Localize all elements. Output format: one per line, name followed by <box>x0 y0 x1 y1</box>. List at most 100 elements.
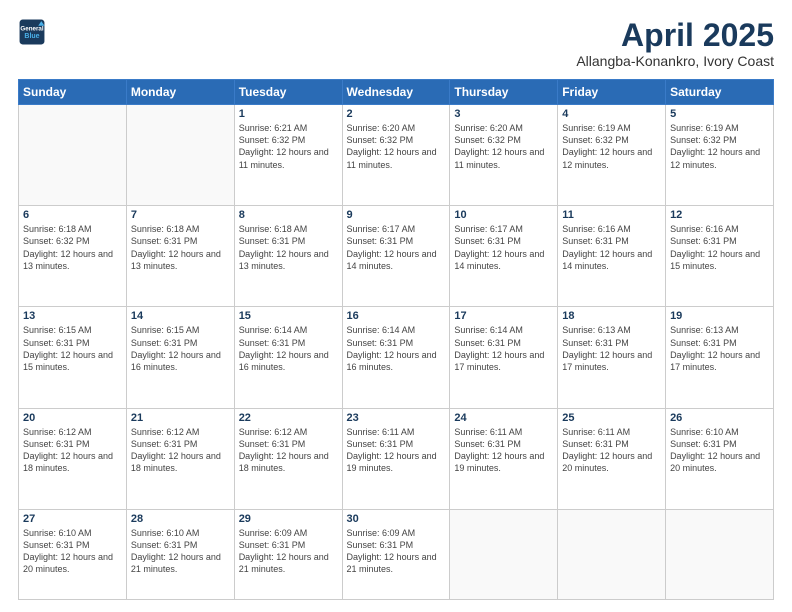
calendar-cell: 11 Sunrise: 6:16 AM Sunset: 6:31 PM Dayli… <box>558 206 666 307</box>
page: General Blue April 2025 Allangba-Konankr… <box>0 0 792 612</box>
calendar-cell: 13 Sunrise: 6:15 AM Sunset: 6:31 PM Dayli… <box>19 307 127 408</box>
calendar-cell: 2 Sunrise: 6:20 AM Sunset: 6:32 PM Daylig… <box>342 105 450 206</box>
day-number: 9 <box>347 209 446 221</box>
calendar-cell: 6 Sunrise: 6:18 AM Sunset: 6:32 PM Daylig… <box>19 206 127 307</box>
day-info: Sunrise: 6:14 AM Sunset: 6:31 PM Dayligh… <box>454 324 553 373</box>
day-info: Sunrise: 6:12 AM Sunset: 6:31 PM Dayligh… <box>131 426 230 475</box>
calendar-cell: 3Sunrise: 6:20 AM Sunset: 6:32 PM Daylig… <box>450 105 558 206</box>
header: General Blue April 2025 Allangba-Konankr… <box>18 18 774 69</box>
calendar-cell: 26Sunrise: 6:10 AM Sunset: 6:31 PM Dayli… <box>666 408 774 509</box>
header-saturday: Saturday <box>666 80 774 105</box>
logo-icon: General Blue <box>18 18 46 46</box>
week-row-1: 1 Sunrise: 6:21 AM Sunset: 6:32 PM Daylig… <box>19 105 774 206</box>
day-number: 26 <box>670 412 769 424</box>
day-number: 2 <box>347 108 446 120</box>
day-info: Sunrise: 6:12 AM Sunset: 6:31 PM Dayligh… <box>23 426 122 475</box>
title-location: Allangba-Konankro, Ivory Coast <box>576 53 774 69</box>
header-sunday: Sunday <box>19 80 127 105</box>
calendar-cell: 19Sunrise: 6:13 AM Sunset: 6:31 PM Dayli… <box>666 307 774 408</box>
calendar-cell: 5 Sunrise: 6:19 AM Sunset: 6:32 PM Daylig… <box>666 105 774 206</box>
calendar-cell: 24 Sunrise: 6:11 AM Sunset: 6:31 PM Dayli… <box>450 408 558 509</box>
day-info: Sunrise: 6:19 AM Sunset: 6:32 PM Dayligh… <box>562 122 661 171</box>
day-info: Sunrise: 6:16 AM Sunset: 6:31 PM Dayligh… <box>562 223 661 272</box>
header-wednesday: Wednesday <box>342 80 450 105</box>
header-thursday: Thursday <box>450 80 558 105</box>
day-number: 18 <box>562 310 661 322</box>
calendar-table: Sunday Monday Tuesday Wednesday Thursday… <box>18 79 774 600</box>
svg-text:Blue: Blue <box>24 33 39 40</box>
calendar-cell: 22 Sunrise: 6:12 AM Sunset: 6:31 PM Dayli… <box>234 408 342 509</box>
calendar-cell: 20 Sunrise: 6:12 AM Sunset: 6:31 PM Dayli… <box>19 408 127 509</box>
calendar-cell <box>666 509 774 599</box>
day-number: 4 <box>562 108 661 120</box>
day-number: 16 <box>347 310 446 322</box>
day-number: 22 <box>239 412 338 424</box>
day-info: Sunrise: 6:10 AM Sunset: 6:31 PM Dayligh… <box>131 527 230 576</box>
day-info: Sunrise: 6:17 AM Sunset: 6:31 PM Dayligh… <box>454 223 553 272</box>
day-info: Sunrise: 6:20 AM Sunset: 6:32 PM Dayligh… <box>347 122 446 171</box>
day-info: Sunrise: 6:13 AM Sunset: 6:31 PM Dayligh… <box>562 324 661 373</box>
calendar-cell: 4 Sunrise: 6:19 AM Sunset: 6:32 PM Daylig… <box>558 105 666 206</box>
day-info: Sunrise: 6:15 AM Sunset: 6:31 PM Dayligh… <box>23 324 122 373</box>
day-number: 11 <box>562 209 661 221</box>
day-info: Sunrise: 6:18 AM Sunset: 6:32 PM Dayligh… <box>23 223 122 272</box>
day-number: 25 <box>562 412 661 424</box>
day-number: 20 <box>23 412 122 424</box>
calendar-cell: 29Sunrise: 6:09 AM Sunset: 6:31 PM Dayli… <box>234 509 342 599</box>
calendar-cell: 18 Sunrise: 6:13 AM Sunset: 6:31 PM Dayli… <box>558 307 666 408</box>
week-row-2: 6 Sunrise: 6:18 AM Sunset: 6:32 PM Daylig… <box>19 206 774 307</box>
day-number: 24 <box>454 412 553 424</box>
day-number: 10 <box>454 209 553 221</box>
week-row-3: 13 Sunrise: 6:15 AM Sunset: 6:31 PM Dayli… <box>19 307 774 408</box>
day-info: Sunrise: 6:11 AM Sunset: 6:31 PM Dayligh… <box>562 426 661 475</box>
day-number: 23 <box>347 412 446 424</box>
calendar-cell <box>450 509 558 599</box>
day-info: Sunrise: 6:20 AM Sunset: 6:32 PM Dayligh… <box>454 122 553 171</box>
day-number: 5 <box>670 108 769 120</box>
calendar-cell: 30 Sunrise: 6:09 AM Sunset: 6:31 PM Dayli… <box>342 509 450 599</box>
calendar-cell: 8Sunrise: 6:18 AM Sunset: 6:31 PM Daylig… <box>234 206 342 307</box>
day-info: Sunrise: 6:16 AM Sunset: 6:31 PM Dayligh… <box>670 223 769 272</box>
calendar-cell: 16Sunrise: 6:14 AM Sunset: 6:31 PM Dayli… <box>342 307 450 408</box>
day-number: 21 <box>131 412 230 424</box>
day-number: 17 <box>454 310 553 322</box>
day-info: Sunrise: 6:09 AM Sunset: 6:31 PM Dayligh… <box>347 527 446 576</box>
header-monday: Monday <box>126 80 234 105</box>
day-info: Sunrise: 6:13 AM Sunset: 6:31 PM Dayligh… <box>670 324 769 373</box>
day-number: 15 <box>239 310 338 322</box>
day-info: Sunrise: 6:21 AM Sunset: 6:32 PM Dayligh… <box>239 122 338 171</box>
calendar-cell: 27Sunrise: 6:10 AM Sunset: 6:31 PM Dayli… <box>19 509 127 599</box>
header-tuesday: Tuesday <box>234 80 342 105</box>
week-row-5: 27Sunrise: 6:10 AM Sunset: 6:31 PM Dayli… <box>19 509 774 599</box>
days-header-row: Sunday Monday Tuesday Wednesday Thursday… <box>19 80 774 105</box>
day-info: Sunrise: 6:18 AM Sunset: 6:31 PM Dayligh… <box>131 223 230 272</box>
day-info: Sunrise: 6:19 AM Sunset: 6:32 PM Dayligh… <box>670 122 769 171</box>
day-info: Sunrise: 6:14 AM Sunset: 6:31 PM Dayligh… <box>239 324 338 373</box>
day-info: Sunrise: 6:11 AM Sunset: 6:31 PM Dayligh… <box>347 426 446 475</box>
calendar-cell: 9 Sunrise: 6:17 AM Sunset: 6:31 PM Daylig… <box>342 206 450 307</box>
day-number: 1 <box>239 108 338 120</box>
day-number: 12 <box>670 209 769 221</box>
calendar-cell: 15 Sunrise: 6:14 AM Sunset: 6:31 PM Dayli… <box>234 307 342 408</box>
week-row-4: 20 Sunrise: 6:12 AM Sunset: 6:31 PM Dayli… <box>19 408 774 509</box>
title-block: April 2025 Allangba-Konankro, Ivory Coas… <box>576 18 774 69</box>
calendar-cell: 17 Sunrise: 6:14 AM Sunset: 6:31 PM Dayli… <box>450 307 558 408</box>
calendar-cell: 7 Sunrise: 6:18 AM Sunset: 6:31 PM Daylig… <box>126 206 234 307</box>
title-month: April 2025 <box>576 18 774 53</box>
day-info: Sunrise: 6:18 AM Sunset: 6:31 PM Dayligh… <box>239 223 338 272</box>
day-number: 13 <box>23 310 122 322</box>
day-number: 30 <box>347 513 446 525</box>
day-info: Sunrise: 6:12 AM Sunset: 6:31 PM Dayligh… <box>239 426 338 475</box>
calendar-cell: 10 Sunrise: 6:17 AM Sunset: 6:31 PM Dayli… <box>450 206 558 307</box>
day-info: Sunrise: 6:10 AM Sunset: 6:31 PM Dayligh… <box>23 527 122 576</box>
calendar-cell <box>558 509 666 599</box>
header-friday: Friday <box>558 80 666 105</box>
calendar-cell <box>19 105 127 206</box>
svg-text:General: General <box>20 25 43 32</box>
day-number: 6 <box>23 209 122 221</box>
calendar-cell: 14Sunrise: 6:15 AM Sunset: 6:31 PM Dayli… <box>126 307 234 408</box>
day-number: 7 <box>131 209 230 221</box>
day-info: Sunrise: 6:17 AM Sunset: 6:31 PM Dayligh… <box>347 223 446 272</box>
day-info: Sunrise: 6:11 AM Sunset: 6:31 PM Dayligh… <box>454 426 553 475</box>
day-info: Sunrise: 6:09 AM Sunset: 6:31 PM Dayligh… <box>239 527 338 576</box>
